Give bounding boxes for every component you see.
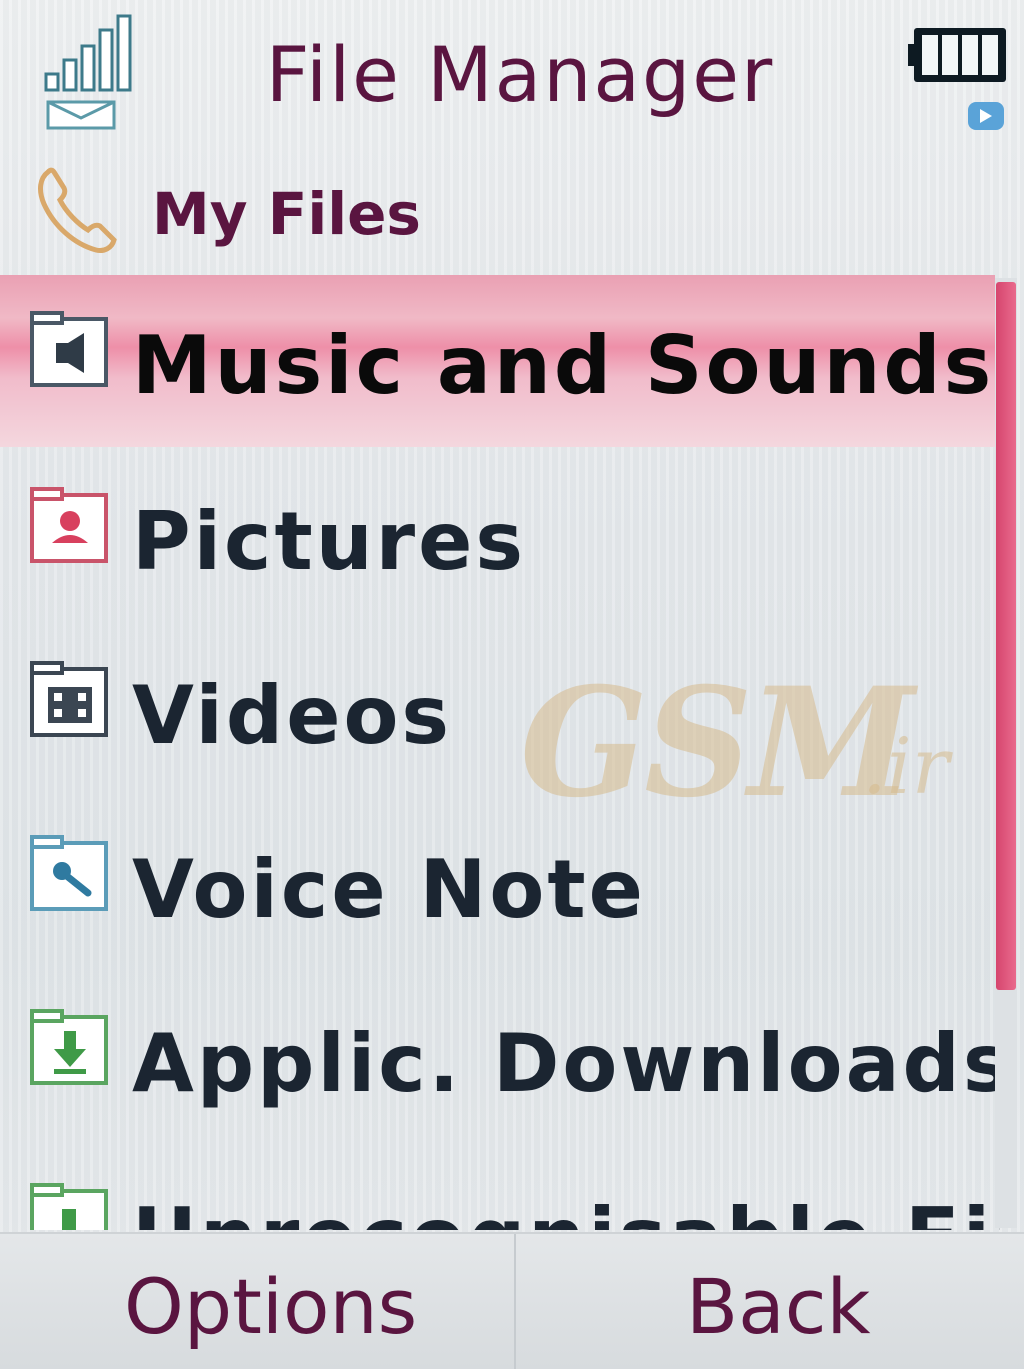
list-item-label: Voice Note xyxy=(132,843,646,936)
list-item-unrecognisable-files[interactable]: Unrecognisable Fil xyxy=(0,1147,1000,1230)
page-title: File Manager xyxy=(265,30,775,119)
music-folder-icon xyxy=(30,311,108,387)
downloads-folder-icon xyxy=(30,1009,108,1085)
phone-icon xyxy=(38,167,117,253)
list-item-label: Unrecognisable Fil xyxy=(132,1191,1000,1230)
list-item-label: Applic. Downloads xyxy=(132,1017,1000,1110)
watermark: GSM xyxy=(520,655,914,831)
unrecognised-folder-icon xyxy=(30,1183,108,1230)
softkey-divider xyxy=(514,1234,516,1369)
list-item-label: Videos xyxy=(132,669,453,762)
options-button[interactable]: Options xyxy=(124,1262,417,1351)
breadcrumb: My Files xyxy=(0,150,1024,270)
voice-note-folder-icon xyxy=(30,835,108,911)
watermark-suffix: .ir xyxy=(862,722,950,812)
list-item-pictures[interactable]: Pictures xyxy=(0,451,995,623)
signal-strength-icon xyxy=(44,14,132,130)
battery-icon xyxy=(908,28,1006,130)
title-bar: File Manager xyxy=(0,0,1024,140)
pictures-folder-icon xyxy=(30,487,108,563)
softkey-bar: Options Back xyxy=(0,1232,1024,1369)
breadcrumb-label: My Files xyxy=(152,180,421,248)
videos-folder-icon xyxy=(30,661,108,737)
list-item-applic-downloads[interactable]: Applic. Downloads xyxy=(0,973,1000,1145)
list-item-label: Music and Sounds xyxy=(132,319,995,412)
list-item-label: Pictures xyxy=(132,495,526,588)
back-button[interactable]: Back xyxy=(686,1262,871,1351)
scrollbar-thumb[interactable] xyxy=(996,282,1016,990)
list-item-music-and-sounds[interactable]: Music and Sounds xyxy=(0,275,995,447)
phone-screen: File Manager My Files Music and Sounds P… xyxy=(0,0,1024,1369)
